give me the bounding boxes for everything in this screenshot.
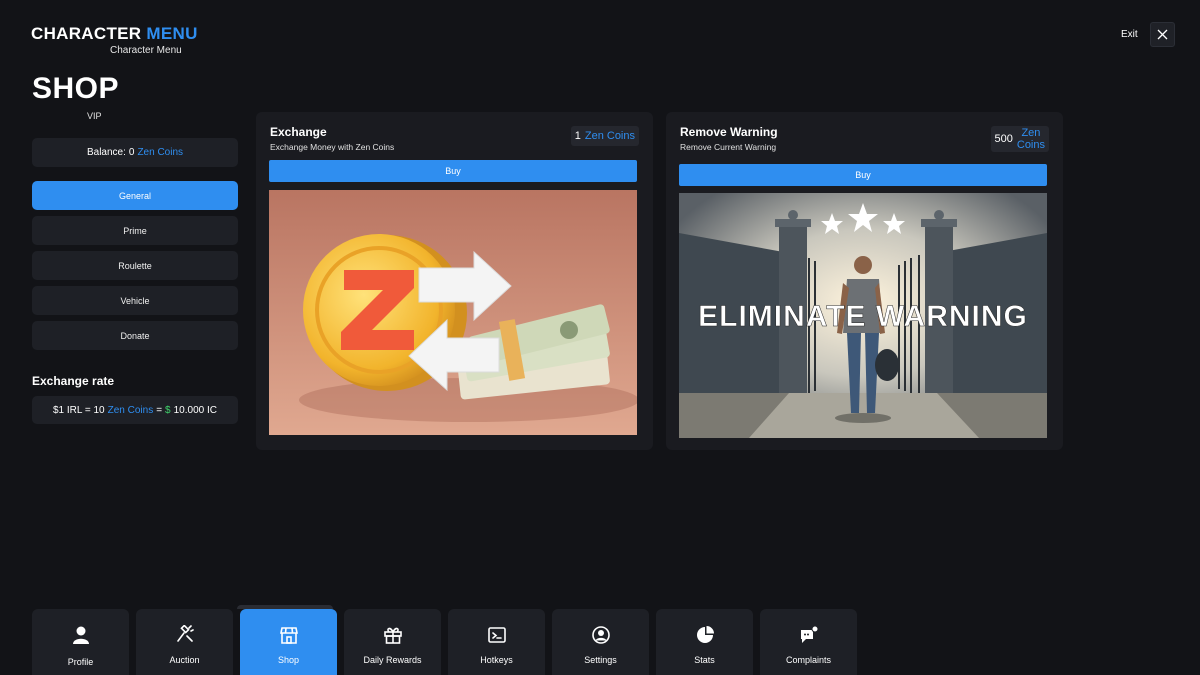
exchange-rate-title: Exchange rate <box>32 374 115 388</box>
price-currency-line2: Coins <box>1016 139 1045 151</box>
page-title: SHOP <box>32 72 120 105</box>
balance-value: 0 <box>128 147 135 158</box>
nav-label: Hotkeys <box>480 655 513 665</box>
category-donate[interactable]: Donate <box>32 321 238 350</box>
user-icon <box>72 626 89 644</box>
balance-currency: Zen Coins <box>137 147 184 158</box>
buy-button-remove-warning[interactable]: Buy <box>679 164 1047 186</box>
rate-right: 10.000 IC <box>173 404 217 416</box>
bottom-nav: Profile Auction Shop Daily Rewards Hotke… <box>32 605 857 675</box>
brand-title-part2: MENU <box>146 24 198 43</box>
gift-icon <box>383 627 402 644</box>
price-currency-line1: Zen <box>1021 127 1041 139</box>
nav-label: Settings <box>584 655 617 665</box>
chat-alert-icon <box>800 625 818 643</box>
nav-label: Stats <box>694 655 715 665</box>
item-image-exchange <box>269 190 637 435</box>
nav-tab-daily-rewards[interactable]: Daily Rewards <box>344 609 441 675</box>
prison-gate-illustration: ELIMINATE WARNING <box>679 193 1047 438</box>
exit-label[interactable]: Exit <box>1121 29 1138 40</box>
category-prime[interactable]: Prime <box>32 216 238 245</box>
balance-label: Balance: <box>86 147 126 158</box>
nav-tab-settings[interactable]: Settings <box>552 609 649 675</box>
store-icon <box>279 627 298 644</box>
nav-label: Profile <box>67 657 94 667</box>
page-subtitle: VIP <box>87 111 102 121</box>
category-list: General Prime Roulette Vehicle Donate <box>32 181 238 356</box>
price-value: 500 <box>994 133 1013 145</box>
price-value: 1 <box>574 130 581 142</box>
price-currency: Zen Coins <box>1017 127 1045 151</box>
close-button[interactable] <box>1150 22 1175 47</box>
nav-tab-hotkeys[interactable]: Hotkeys <box>448 609 545 675</box>
rate-currency: Zen Coins <box>107 404 154 416</box>
brand-subtitle: Character Menu <box>110 45 182 56</box>
nav-label: Complaints <box>785 655 832 665</box>
shop-item-remove-warning: Remove Warning Remove Current Warning 50… <box>666 112 1063 450</box>
rate-equals: = <box>156 404 163 416</box>
item-description: Remove Current Warning <box>680 142 777 152</box>
item-price: 1 Zen Coins <box>570 126 639 146</box>
image-caption: ELIMINATE WARNING <box>698 300 1028 333</box>
user-circle-icon <box>591 626 610 644</box>
balance-display: Balance: 0 Zen Coins <box>32 138 238 167</box>
gavel-icon <box>176 625 194 642</box>
zen-coin-exchange-illustration <box>269 190 637 435</box>
item-title: Remove Warning <box>680 125 778 139</box>
nav-tab-complaints[interactable]: Complaints <box>760 609 857 675</box>
rate-left: $1 IRL = 10 <box>53 404 105 416</box>
rate-dollar: $ <box>165 404 171 416</box>
item-price: 500 Zen Coins <box>990 126 1049 152</box>
nav-tab-auction[interactable]: Auction <box>136 609 233 675</box>
nav-label: Daily Rewards <box>363 655 422 665</box>
brand-title-part1: CHARACTER <box>31 24 142 43</box>
category-general[interactable]: General <box>32 181 238 210</box>
nav-label: Auction <box>169 655 200 665</box>
nav-tab-shop[interactable]: Shop <box>237 605 337 675</box>
category-roulette[interactable]: Roulette <box>32 251 238 280</box>
item-description: Exchange Money with Zen Coins <box>270 142 395 152</box>
nav-tab-profile[interactable]: Profile <box>32 609 129 675</box>
item-image-remove-warning: ELIMINATE WARNING <box>679 193 1047 438</box>
category-vehicle[interactable]: Vehicle <box>32 286 238 315</box>
brand: CHARACTER MENU Character Menu <box>31 24 198 56</box>
item-title: Exchange <box>270 125 327 139</box>
nav-label: Shop <box>277 655 300 665</box>
shop-item-exchange: Exchange Exchange Money with Zen Coins 1… <box>256 112 653 450</box>
nav-tab-stats[interactable]: Stats <box>656 609 753 675</box>
price-currency: Zen Coins <box>584 130 635 142</box>
terminal-icon <box>487 627 506 643</box>
pie-chart-icon <box>696 626 714 643</box>
close-icon <box>1157 29 1168 40</box>
buy-button-exchange[interactable]: Buy <box>269 160 637 182</box>
exchange-rate-box: $1 IRL = 10 Zen Coins = $ 10.000 IC <box>32 396 238 424</box>
brand-title: CHARACTER MENU <box>31 24 198 44</box>
